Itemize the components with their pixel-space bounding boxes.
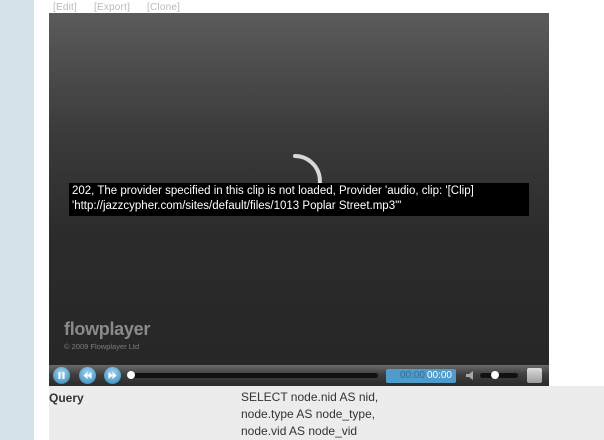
rewind-icon [83,372,92,379]
volume-icon[interactable] [465,370,477,381]
forward-button[interactable] [104,367,121,384]
forward-icon [108,372,117,379]
seek-handle[interactable] [127,371,135,379]
pause-button[interactable] [53,367,70,384]
error-message-line-2: 'http://jazzcypher.com/sites/default/fil… [72,200,402,212]
query-line: SELECT node.nid AS nid, [241,390,379,404]
rewind-button[interactable] [79,367,96,384]
seek-bar[interactable] [128,373,378,378]
time-display: 00:00 00:00 [386,369,456,383]
flowplayer-video-player[interactable]: 202, The provider specified in this clip… [49,13,549,386]
copyright-text: © 2009 Flowplayer Ltd [64,342,140,351]
error-message-line-1: 202, The provider specified in this clip… [72,185,474,197]
volume-slider[interactable] [480,373,518,378]
query-sql: SELECT node.nid AS nid, node.type AS nod… [241,389,378,440]
time-current: 00:00 [426,370,452,381]
query-line: node.vid AS node_vid [241,424,358,438]
export-link[interactable]: [Export] [94,2,130,13]
player-controlbar: 00:00 00:00 [49,365,549,386]
query-row: Query SELECT node.nid AS nid, node.type … [49,386,604,440]
query-label: Query [49,391,84,405]
left-sidebar-rail [0,0,34,440]
flowplayer-logo[interactable]: flowplayer [64,319,150,340]
query-line: node.type AS node_type, [241,407,376,421]
error-message: 202, The provider specified in this clip… [69,183,529,216]
edit-link[interactable]: [Edit] [53,2,77,13]
clone-link[interactable]: [Clone] [147,2,180,13]
pause-icon [58,372,65,379]
time-duration: 00:00 [399,370,425,381]
fullscreen-button[interactable] [527,368,542,383]
